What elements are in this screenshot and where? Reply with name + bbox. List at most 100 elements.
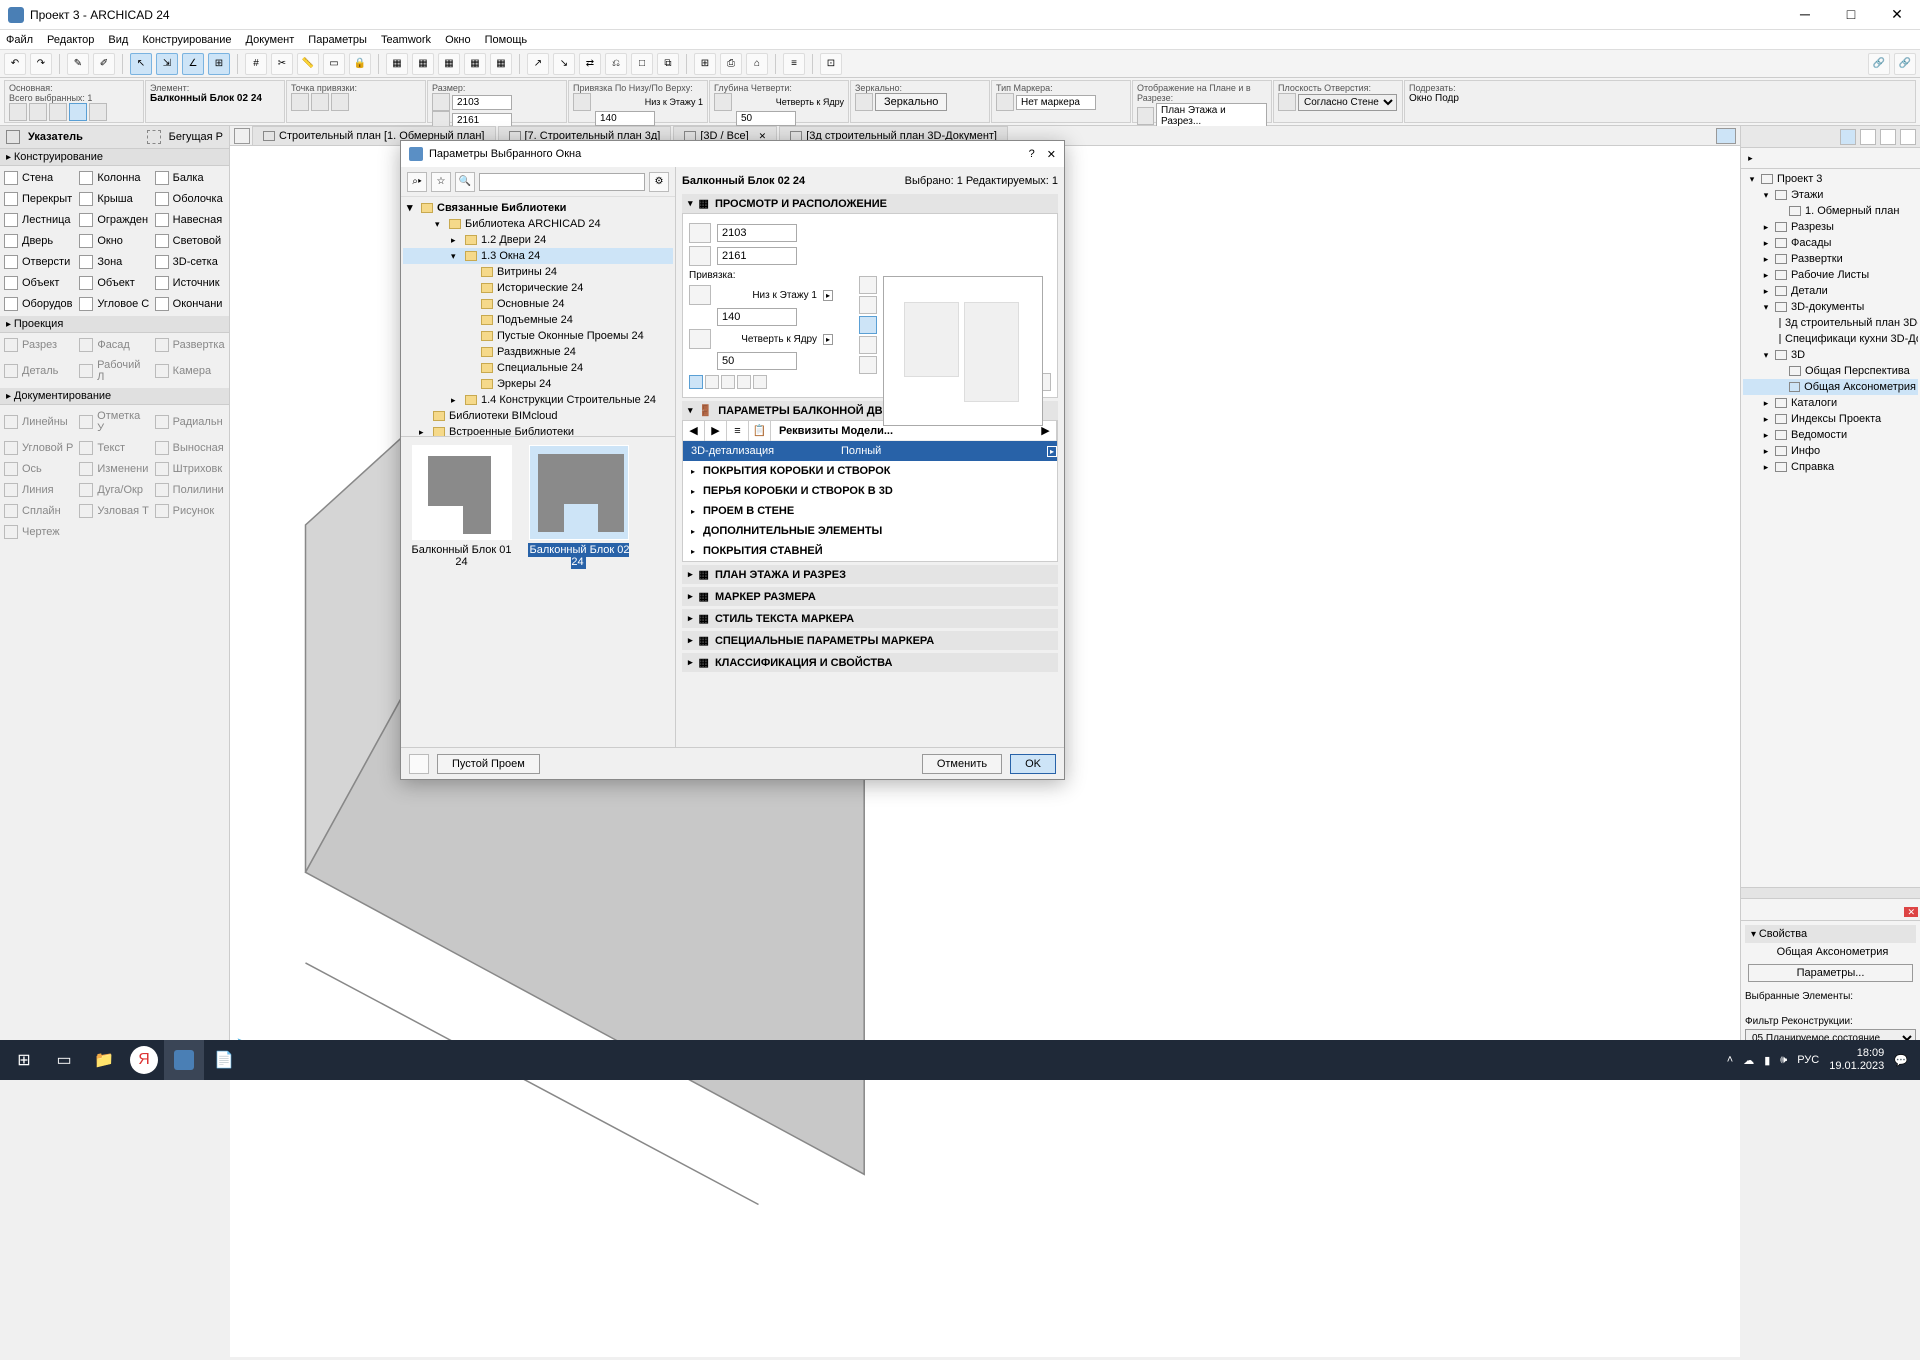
tool-источник[interactable]: Источник bbox=[153, 273, 227, 293]
tb-i[interactable]: ⎌ bbox=[605, 53, 627, 75]
close-button[interactable]: ✕ bbox=[1882, 6, 1912, 23]
nav-bottom-ico2[interactable] bbox=[1887, 901, 1901, 915]
proj-Развертка[interactable]: Развертка bbox=[153, 335, 227, 355]
archicad-taskbar-button[interactable] bbox=[164, 1040, 204, 1080]
tool-окончани[interactable]: Окончани bbox=[153, 294, 227, 314]
menu-edit[interactable]: Редактор bbox=[47, 34, 94, 46]
tb-k[interactable]: ⧉ bbox=[657, 53, 679, 75]
doc-Штриховк[interactable]: Штриховк bbox=[153, 459, 227, 479]
tool-крыша[interactable]: Крыша bbox=[77, 189, 151, 209]
lib-settings-button[interactable]: ⚙ bbox=[649, 172, 669, 192]
nav-Инфо[interactable]: ▸Инфо bbox=[1743, 443, 1918, 459]
doc-Полилини[interactable]: Полилини bbox=[153, 480, 227, 500]
nav-root[interactable]: ▾Проект 3 bbox=[1743, 171, 1918, 187]
tool-оболочка[interactable]: Оболочка bbox=[153, 189, 227, 209]
tool-балка[interactable]: Балка bbox=[153, 168, 227, 188]
tb-p[interactable]: ⊡ bbox=[820, 53, 842, 75]
tb-d[interactable]: ▦ bbox=[464, 53, 486, 75]
param-ПОКРЫТИЯ КОРОБКИ И СТВОРОК[interactable]: ▸ПОКРЫТИЯ КОРОБКИ И СТВОРОК bbox=[683, 461, 1057, 481]
param-row-3d-detail[interactable]: 3D-детализацияПолный▸ bbox=[683, 441, 1057, 461]
doc-Сплайн[interactable]: Сплайн bbox=[2, 501, 76, 521]
tool-объект[interactable]: Объект bbox=[77, 273, 151, 293]
param-nav-label[interactable]: Реквизиты Модели... bbox=[771, 425, 1035, 437]
nav-tab4-icon[interactable] bbox=[1900, 129, 1916, 145]
doc-Радиальн[interactable]: Радиальн bbox=[153, 407, 227, 437]
dim-q-input[interactable] bbox=[717, 352, 797, 370]
section-documentation[interactable]: ▸ Документирование bbox=[0, 388, 229, 405]
depth-rel[interactable]: Четверть к Ядру bbox=[734, 97, 844, 107]
lib-Основные 24[interactable]: Основные 24 bbox=[403, 296, 673, 312]
nav-Рабочие Листы[interactable]: ▸Рабочие Листы bbox=[1743, 267, 1918, 283]
anchor-5[interactable] bbox=[753, 375, 767, 389]
menu-document[interactable]: Документ bbox=[246, 34, 295, 46]
lib-1.3 Окна 24[interactable]: ▾1.3 Окна 24 bbox=[403, 248, 673, 264]
param-prev-button[interactable]: ◀ bbox=[683, 421, 705, 441]
nav-Индексы Проекта[interactable]: ▸Индексы Проекта bbox=[1743, 411, 1918, 427]
shape-rect[interactable]: ▭ bbox=[323, 53, 345, 75]
info-sel2-icon[interactable] bbox=[49, 103, 67, 121]
tab-nav-icon[interactable] bbox=[1716, 128, 1736, 144]
menu-window[interactable]: Окно bbox=[445, 34, 471, 46]
nav-tab2-icon[interactable] bbox=[1860, 129, 1876, 145]
info-layer-icon[interactable] bbox=[9, 103, 27, 121]
nav-Спецификаци кухни 3D-Докум[interactable]: Спецификаци кухни 3D-Докум bbox=[1743, 331, 1918, 347]
popup-arrow-icon-2[interactable]: ▸ bbox=[823, 334, 833, 345]
lib-Встроенные Библиотеки[interactable]: ▸Встроенные Библиотеки bbox=[403, 424, 673, 437]
nav-Ведомости[interactable]: ▸Ведомости bbox=[1743, 427, 1918, 443]
tool-лестница[interactable]: Лестница bbox=[2, 210, 76, 230]
preview-0[interactable]: Балконный Блок 01 24 bbox=[409, 445, 514, 568]
sec-СПЕЦИАЛЬНЫЕ ПАРАМЕТРЫ МАРКЕРА[interactable]: ▸▦СПЕЦИАЛЬНЫЕ ПАРАМЕТРЫ МАРКЕРА bbox=[682, 631, 1058, 650]
menu-view[interactable]: Вид bbox=[108, 34, 128, 46]
proj-Разрез[interactable]: Разрез bbox=[2, 335, 76, 355]
close-panel-icon[interactable]: ✕ bbox=[1904, 907, 1918, 917]
tool-отверсти[interactable]: Отверсти bbox=[2, 252, 76, 272]
minimize-button[interactable]: ─ bbox=[1790, 6, 1820, 23]
shape-lock[interactable]: 🔒 bbox=[349, 53, 371, 75]
ok-button[interactable]: OK bbox=[1010, 754, 1056, 774]
tb-j[interactable]: □ bbox=[631, 53, 653, 75]
nav-tab1-icon[interactable] bbox=[1840, 129, 1856, 145]
explorer-button[interactable]: 📁 bbox=[84, 1040, 124, 1080]
proj-Камера[interactable]: Камера bbox=[153, 356, 227, 386]
cancel-button[interactable]: Отменить bbox=[922, 754, 1002, 774]
tb-m[interactable]: ⎙ bbox=[720, 53, 742, 75]
nav-3д строительный план 3D-Докум[interactable]: 3д строительный план 3D-Докум bbox=[1743, 315, 1918, 331]
dim-w-input[interactable] bbox=[717, 224, 797, 242]
nav-Фасады[interactable]: ▸Фасады bbox=[1743, 235, 1918, 251]
param-ПРОЕМ В СТЕНЕ[interactable]: ▸ПРОЕМ В СТЕНЕ bbox=[683, 501, 1057, 521]
dim-q-label[interactable]: Четверть к Ядру bbox=[717, 334, 817, 345]
param-ПОКРЫТИЯ СТАВНЕЙ[interactable]: ▸ПОКРЫТИЯ СТАВНЕЙ bbox=[683, 541, 1057, 561]
tb-a[interactable]: ▦ bbox=[386, 53, 408, 75]
marquee-label[interactable]: Бегущая Р bbox=[169, 131, 223, 143]
cursor-mode-3[interactable]: ∠ bbox=[182, 53, 204, 75]
doc-Чертеж[interactable]: Чертеж bbox=[2, 522, 76, 542]
marquee-icon[interactable] bbox=[147, 130, 161, 144]
sec-МАРКЕР РАЗМЕРА[interactable]: ▸▦МАРКЕР РАЗМЕРА bbox=[682, 587, 1058, 606]
preview-mode-2[interactable] bbox=[859, 296, 877, 314]
snap-ico2[interactable] bbox=[311, 93, 329, 111]
nav-Детали[interactable]: ▸Детали bbox=[1743, 283, 1918, 299]
tb-link1[interactable]: 🔗 bbox=[1868, 53, 1890, 75]
menu-design[interactable]: Конструирование bbox=[142, 34, 231, 46]
lib-Библиотека ARCHICAD 24[interactable]: ▾Библиотека ARCHICAD 24 bbox=[403, 216, 673, 232]
doc-Изменени[interactable]: Изменени bbox=[77, 459, 151, 479]
doc-Рисунок[interactable]: Рисунок bbox=[153, 501, 227, 521]
lib-browse-button[interactable]: ⌕▸ bbox=[407, 172, 427, 192]
nav-Справка[interactable]: ▸Справка bbox=[1743, 459, 1918, 475]
tool-угловое с[interactable]: Угловое С bbox=[77, 294, 151, 314]
lib-root[interactable]: ▾Связанные Библиотеки bbox=[403, 199, 673, 216]
tool-оборудов[interactable]: Оборудов bbox=[2, 294, 76, 314]
doc-Отметка У[interactable]: Отметка У bbox=[77, 407, 151, 437]
redo-button[interactable]: ↷ bbox=[30, 53, 52, 75]
dim-h-input[interactable] bbox=[717, 247, 797, 265]
nav-Развертки[interactable]: ▸Развертки bbox=[1743, 251, 1918, 267]
lib-Эркеры 24[interactable]: Эркеры 24 bbox=[403, 376, 673, 392]
param-ДОПОЛНИТЕЛЬНЫЕ ЭЛЕМЕНТЫ[interactable]: ▸ДОПОЛНИТЕЛЬНЫЕ ЭЛЕМЕНТЫ bbox=[683, 521, 1057, 541]
snap-ico3[interactable] bbox=[331, 93, 349, 111]
doc-Дуга/Окр[interactable]: Дуга/Окр bbox=[77, 480, 151, 500]
tool-огражден[interactable]: Огражден bbox=[77, 210, 151, 230]
nav-1. Обмерный план[interactable]: 1. Обмерный план bbox=[1743, 203, 1918, 219]
tb-b[interactable]: ▦ bbox=[412, 53, 434, 75]
lib-search-button[interactable]: 🔍 bbox=[455, 172, 475, 192]
tb-l[interactable]: ⊞ bbox=[694, 53, 716, 75]
